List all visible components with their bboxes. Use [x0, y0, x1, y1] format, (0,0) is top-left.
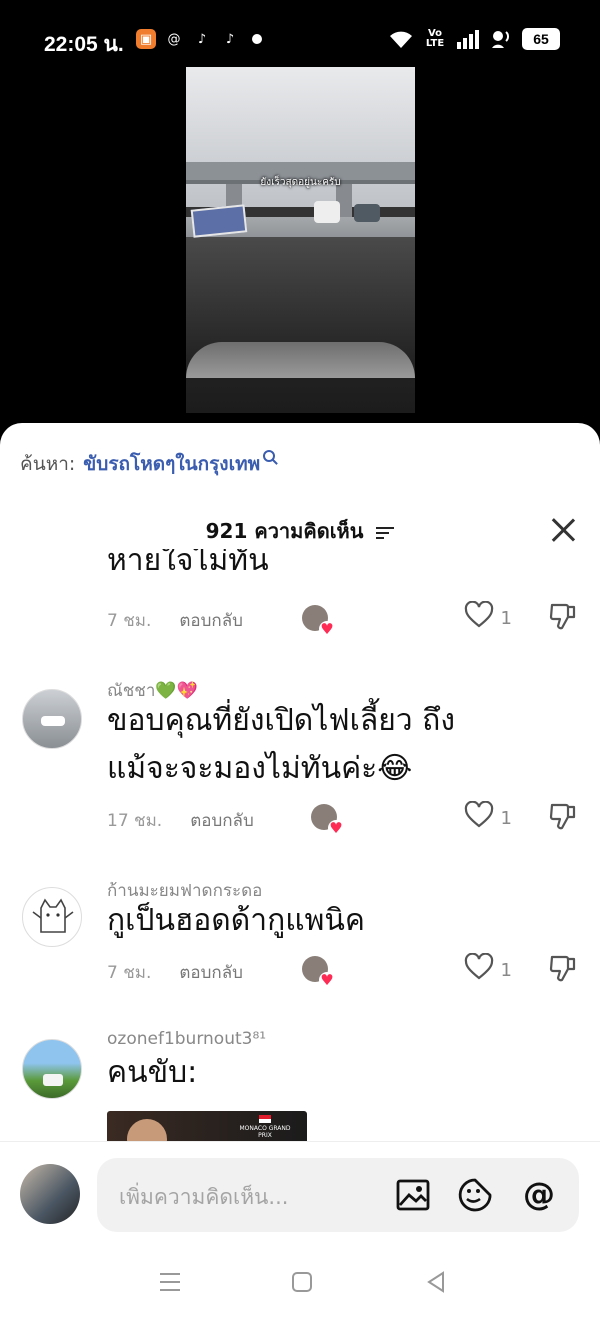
- comment-sheet: ค้นหา: ขับรถโหดๆในกรุงเทพ 921 ความคิดเห็…: [0, 423, 600, 1318]
- tiktok-icon-2: ♪: [225, 31, 235, 47]
- recent-apps-icon[interactable]: [160, 1273, 180, 1291]
- heart-outline-icon: [464, 952, 494, 980]
- comment-text-line-1: กูเป็นฮอดด้ากูแพนิค: [107, 903, 365, 938]
- related-search[interactable]: ค้นหา: ขับรถโหดๆในกรุงเทพ: [20, 449, 276, 479]
- comment-time: 7 ชม.: [107, 611, 152, 631]
- comment-meta: 7 ชม. ตอบกลับ: [107, 607, 243, 634]
- comment-text: หายใจไม่ทัน: [107, 549, 269, 578]
- avatar[interactable]: [22, 887, 82, 947]
- video-dashboard: [186, 237, 415, 413]
- search-prefix: ค้นหา:: [20, 453, 76, 475]
- like-count: 1: [500, 960, 512, 981]
- like-count: 1: [500, 808, 512, 829]
- svg-text:@: @: [523, 1177, 555, 1213]
- comment-input[interactable]: เพิ่มความคิดเห็น... @: [97, 1158, 579, 1232]
- speaker-icon: [492, 31, 509, 48]
- tiktok-icon: ♪: [197, 31, 207, 47]
- comment-image[interactable]: MONACO GRAND PRIX: [107, 1111, 307, 1141]
- dislike-button[interactable]: [548, 953, 578, 983]
- comment-list[interactable]: หายใจไม่ทัน 7 ชม. ตอบกลับ 1 ณัชชา💚💖 ขอบค…: [0, 549, 600, 1141]
- video-player[interactable]: ยังเร็วสุดอยู่นะครับ: [186, 67, 415, 413]
- comment-time: 7 ชม.: [107, 963, 152, 983]
- dislike-button[interactable]: [548, 601, 578, 631]
- creator-liked-avatar: [302, 956, 335, 988]
- thumbs-down-icon: [549, 603, 576, 630]
- volte-label: Vo LTE: [425, 28, 445, 49]
- status-time: 22:05 น.: [44, 33, 124, 56]
- image-person: [127, 1119, 167, 1141]
- at-sign-icon: @: [523, 1175, 555, 1213]
- my-avatar[interactable]: [20, 1164, 80, 1224]
- more-notifications-dot-icon: [252, 34, 262, 44]
- like-button[interactable]: [464, 800, 494, 836]
- creator-liked-avatar: [302, 605, 335, 637]
- comment-text-line-1: คนขับ:: [107, 1055, 198, 1090]
- reply-button[interactable]: ตอบกลับ: [190, 807, 254, 834]
- like-count: 1: [500, 608, 512, 629]
- threads-icon: @: [167, 31, 181, 47]
- video-caption: ยังเร็วสุดอยู่นะครับ: [260, 177, 341, 188]
- comment-text-line-2: แม้จะจะมองไม่ทันค่ะ😂: [107, 751, 413, 786]
- cat-drawing-icon: [32, 898, 74, 933]
- comment-text-line-1: ขอบคุณที่ยังเปิดไฟเลี้ยว ถึง: [107, 703, 455, 738]
- close-button[interactable]: [550, 517, 576, 543]
- emoji-button[interactable]: [457, 1177, 493, 1213]
- video-car: [314, 201, 340, 223]
- comment-time: 17 ชม.: [107, 811, 163, 831]
- battery-indicator: 65: [522, 28, 560, 50]
- dislike-button[interactable]: [548, 801, 578, 831]
- video-car: [354, 204, 380, 222]
- reply-button[interactable]: ตอบกลับ: [179, 607, 243, 634]
- thumbs-down-icon: [549, 955, 576, 982]
- comments-header: 921 ความคิดเห็น: [0, 515, 600, 547]
- reply-button[interactable]: ตอบกลับ: [179, 959, 243, 986]
- comment-input-bar: เพิ่มความคิดเห็น... @: [0, 1141, 600, 1261]
- image-button[interactable]: [395, 1177, 431, 1213]
- heart-outline-icon: [464, 600, 494, 628]
- thumbs-down-icon: [549, 803, 576, 830]
- like-button[interactable]: [464, 952, 494, 988]
- heart-outline-icon: [464, 800, 494, 828]
- screen: 22:05 น. ▣ @ ♪ ♪ Vo LTE 65 ยังเร็วสุดอยู…: [0, 0, 600, 1318]
- system-nav-bar: [0, 1261, 600, 1318]
- home-icon[interactable]: [292, 1272, 312, 1292]
- comment-input-placeholder: เพิ่มความคิดเห็น...: [119, 1185, 289, 1209]
- notification-icons: ▣ @ ♪ ♪: [136, 29, 262, 49]
- emoji-sticker-icon: [458, 1178, 492, 1212]
- wifi-icon: [390, 31, 412, 48]
- image-caption: MONACO GRAND PRIX: [239, 1125, 291, 1139]
- avatar[interactable]: [22, 1039, 82, 1099]
- mention-button[interactable]: @: [521, 1175, 557, 1213]
- avatar[interactable]: [22, 689, 82, 749]
- system-icons: Vo LTE 65: [388, 28, 560, 50]
- image-icon: [396, 1179, 430, 1211]
- comment-meta: 17 ชม. ตอบกลับ: [107, 807, 254, 834]
- shopping-app-icon: ▣: [136, 29, 156, 49]
- like-button[interactable]: [464, 600, 494, 636]
- search-keyword[interactable]: ขับรถโหดๆในกรุงเทพ: [83, 449, 260, 479]
- video-sticker: [190, 204, 248, 238]
- monaco-flag: [259, 1115, 271, 1123]
- search-icon: [263, 450, 276, 462]
- comment-count-title: 921 ความคิดเห็น: [205, 519, 364, 543]
- signal-icon: [457, 30, 479, 49]
- back-icon[interactable]: [426, 1271, 446, 1293]
- comment-meta: 7 ชม. ตอบกลับ: [107, 959, 243, 986]
- video-dashboard-edge: [186, 342, 415, 378]
- sort-icon[interactable]: [376, 526, 395, 539]
- creator-liked-avatar: [311, 804, 344, 836]
- comment-username[interactable]: ozonef1burnout3⁸¹: [107, 1029, 266, 1049]
